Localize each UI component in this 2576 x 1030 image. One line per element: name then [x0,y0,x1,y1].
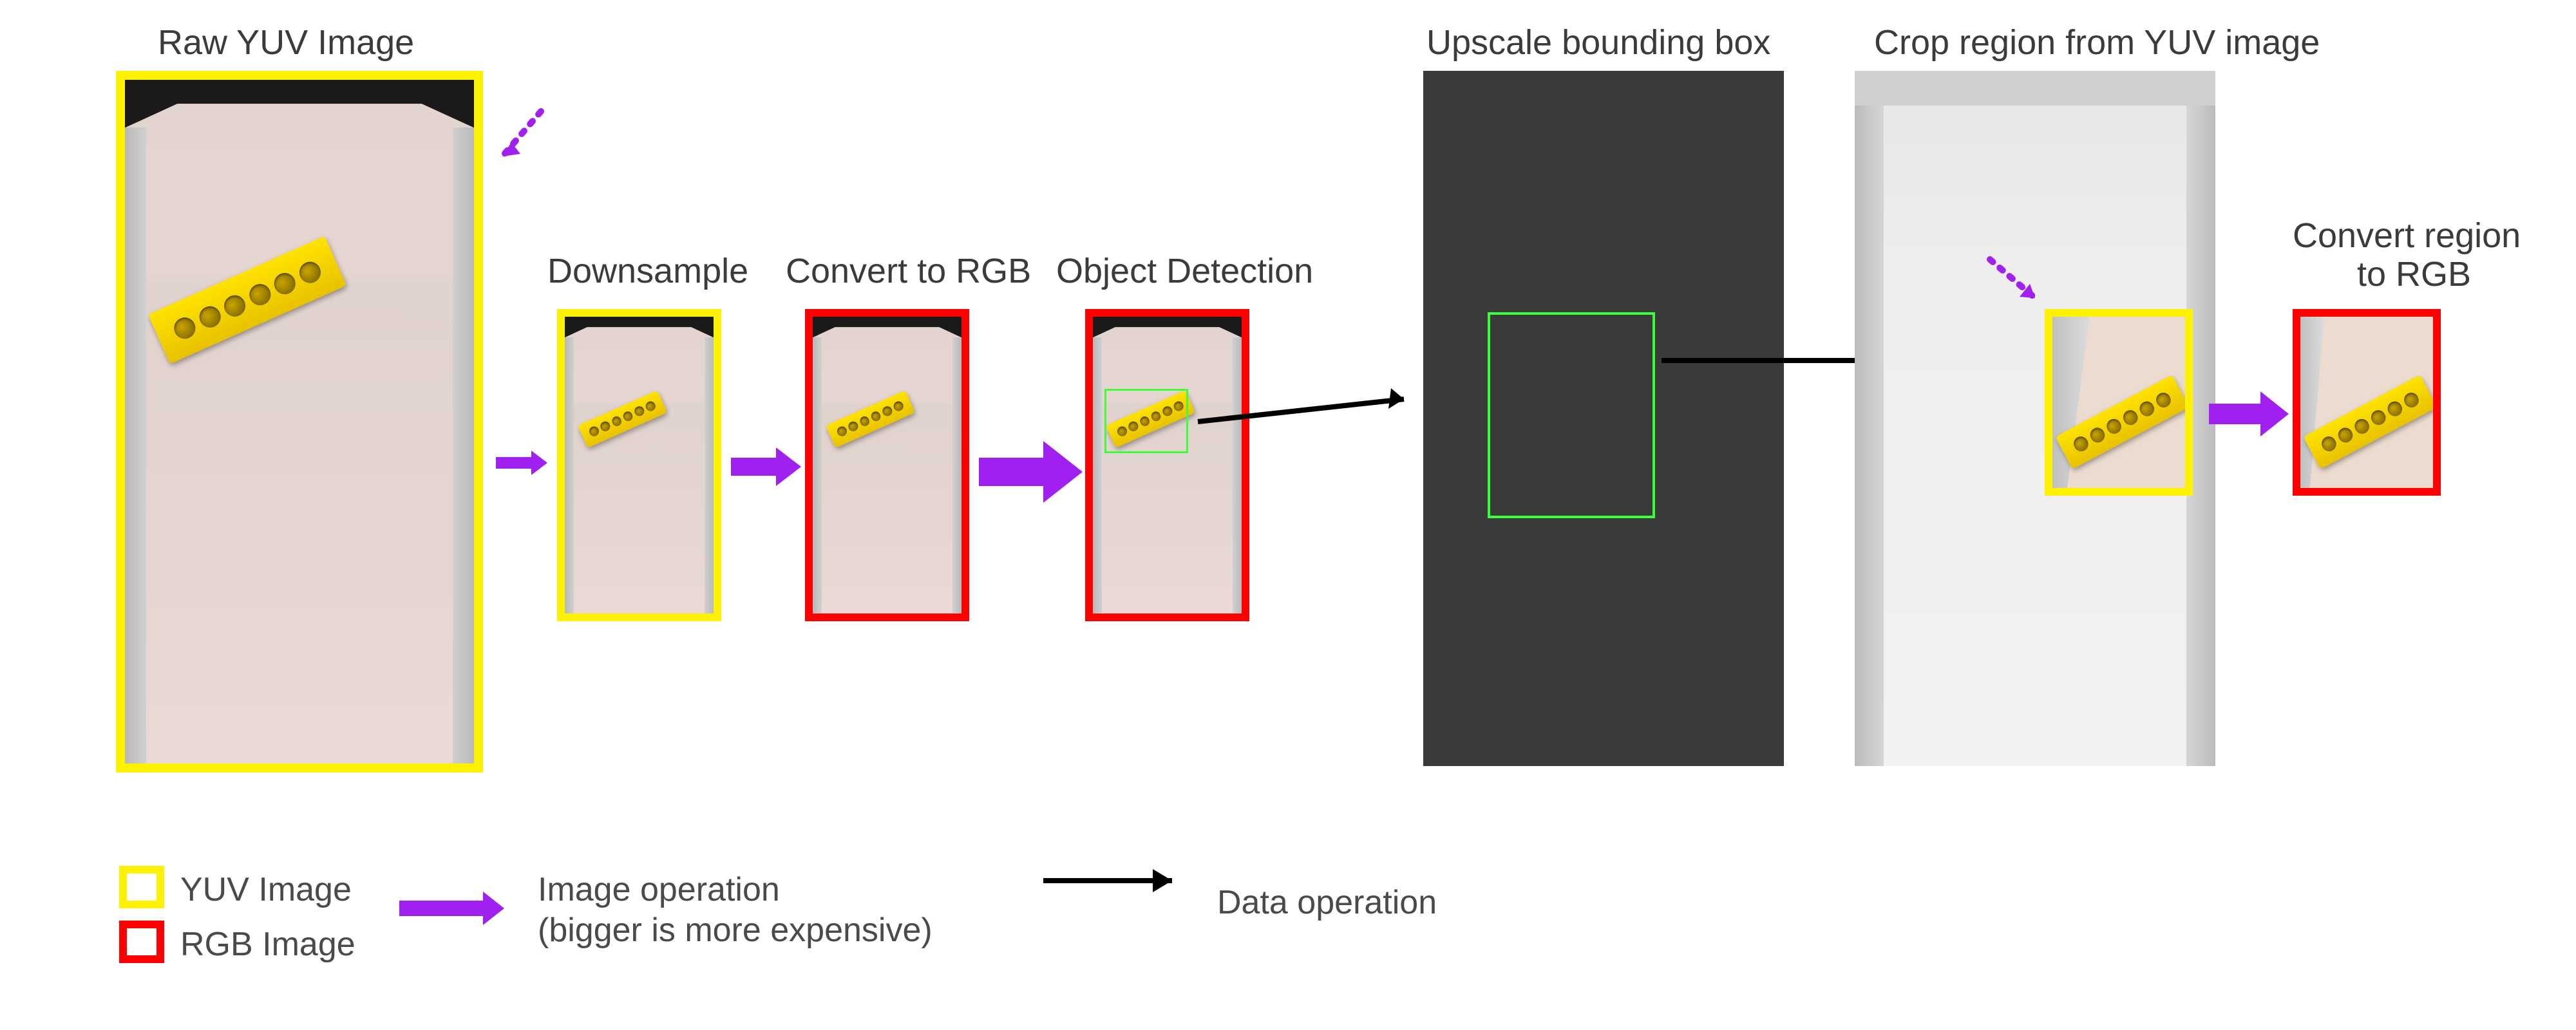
detection-bbox [1104,389,1188,453]
legend-swatch-rgb [119,921,164,963]
legend-swatch-yuv [119,866,164,908]
arrow-downsample [496,451,547,475]
legend-label-rgb: RGB Image [180,925,355,964]
legend-label-image-op-2: (bigger is more expensive) [538,911,933,950]
label-object-detection: Object Detection [1056,251,1313,291]
legend-label-data-op: Data operation [1217,883,1437,922]
panel-converted-rgb [805,309,969,621]
label-convert-rgb: Convert to RGB [786,251,1031,291]
label-raw-yuv: Raw YUV Image [158,23,414,62]
arrow-object-detection [979,441,1083,503]
arrow-convert-rgb [731,447,801,486]
legend-label-yuv: YUV Image [180,870,352,909]
upscaled-bbox [1488,312,1655,518]
panel-raw-yuv [116,71,483,772]
crop-rgb [2293,309,2441,496]
label-crop-yuv: Crop region from YUV image [1874,23,2320,62]
panel-object-detection [1085,309,1249,621]
legend-label-image-op-1: Image operation [538,870,780,909]
label-convert-region-rgb-2: to RGB [2357,254,2471,294]
panel-downsampled-yuv [557,309,721,621]
legend-arrow-image-op [399,892,504,925]
panel-upscale-bbox [1423,71,1784,766]
chute-bg [125,80,474,763]
label-upscale: Upscale bounding box [1426,23,1770,62]
lego-brick [2304,375,2438,469]
label-convert-region-rgb-1: Convert region [2293,216,2521,256]
crop-yuv [2045,309,2193,496]
label-downsample: Downsample [547,251,748,291]
arrow-convert-crop-rgb [2209,391,2289,436]
